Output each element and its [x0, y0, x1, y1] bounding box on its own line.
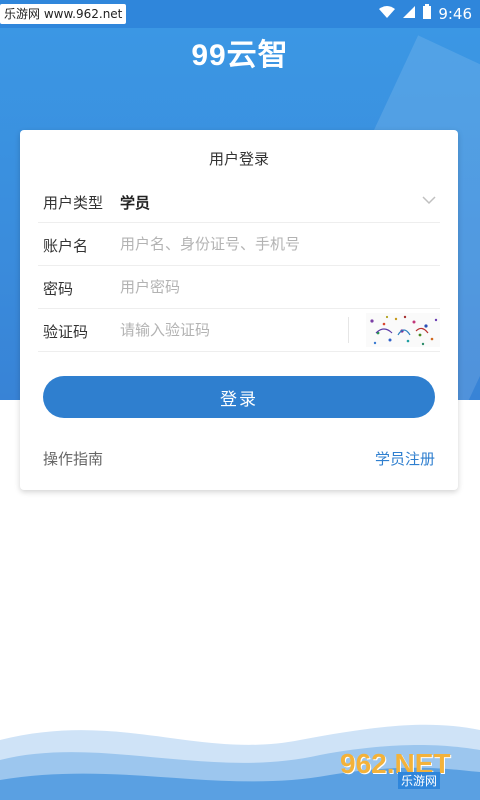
password-input[interactable] [120, 274, 340, 300]
register-link[interactable]: 学员注册 [375, 448, 435, 469]
user-type-row[interactable]: 用户类型 学员 [38, 180, 440, 223]
wifi-icon [378, 5, 396, 23]
login-title: 用户登录 [208, 150, 269, 168]
account-row: 账户名 [38, 223, 440, 266]
signal-icon [402, 5, 416, 23]
captcha-input[interactable] [120, 317, 340, 343]
app-logo: 99云智 [0, 30, 480, 74]
guide-link[interactable]: 操作指南 [43, 448, 103, 469]
logo-text: 99云智 [191, 39, 289, 72]
captcha-label: 验证码 [43, 323, 89, 341]
password-row: 密码 [38, 266, 440, 309]
battery-icon [422, 4, 432, 24]
user-type-select[interactable]: 学员 [120, 192, 150, 213]
account-label: 账户名 [43, 237, 89, 255]
site-watermark: 乐游网 www.962.net [0, 4, 127, 24]
captcha-image[interactable] [366, 313, 440, 347]
login-button[interactable]: 登录 [43, 376, 435, 418]
captcha-divider [348, 317, 349, 343]
status-icons: 9:46 [378, 0, 472, 28]
captcha-row: 验证码 [38, 309, 440, 352]
account-input[interactable] [120, 231, 340, 257]
password-label: 密码 [43, 280, 74, 298]
status-time: 9:46 [438, 5, 472, 23]
watermark-subtitle: 乐游网 [398, 772, 441, 789]
watermark-logo: 962.NET 乐游网 [340, 748, 470, 789]
chevron-down-icon[interactable] [422, 192, 436, 206]
status-bar: 乐游网 www.962.net 9:46 [0, 0, 480, 28]
login-card: 用户登录 用户类型 学员 账户名 密码 验证码 [20, 130, 458, 490]
user-type-label: 用户类型 [43, 194, 104, 212]
